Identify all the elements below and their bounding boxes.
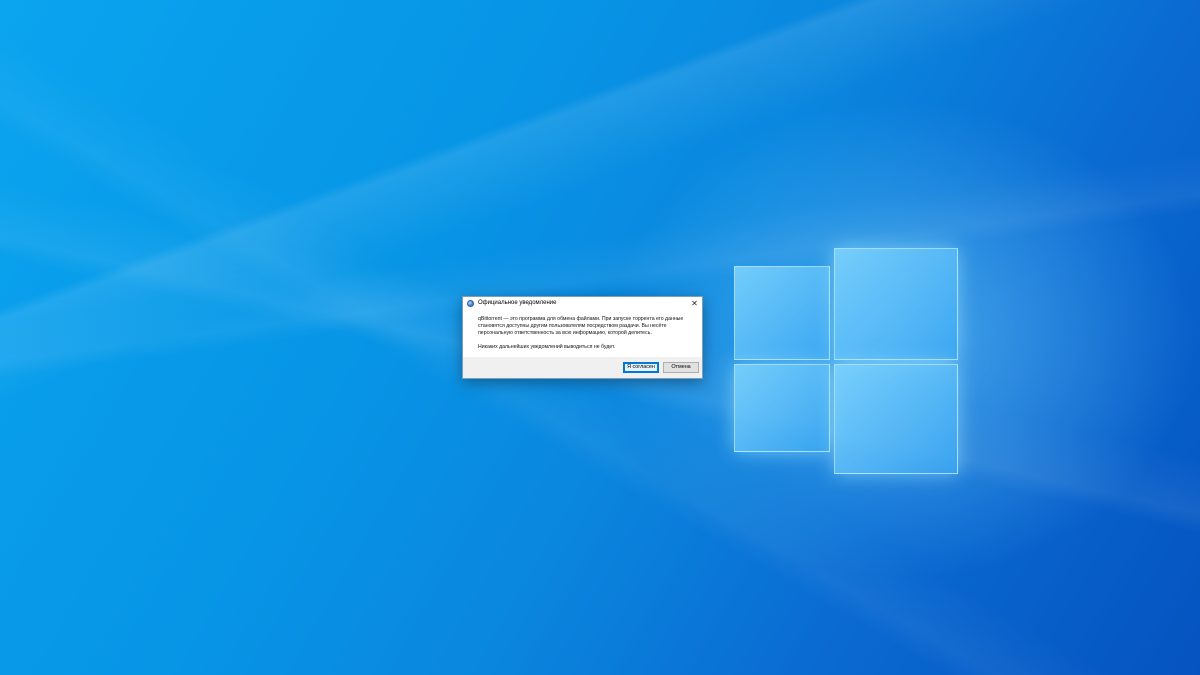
windows-logo-pane (734, 364, 830, 452)
dialog-content: qBittorrent — это программа для обмена ф… (478, 316, 700, 351)
notice-message: qBittorrent — это программа для обмена ф… (478, 316, 684, 336)
qbittorrent-app-icon (467, 300, 474, 307)
no-further-notices-message: Никаких дальнейших уведомлений выводитьс… (478, 344, 616, 350)
cancel-button[interactable]: Отмена (663, 362, 699, 373)
dialog-button-bar: Я согласен Отмена (463, 357, 702, 378)
windows-logo (730, 244, 960, 476)
dialog-title: Официальное уведомление (478, 300, 557, 306)
windows-logo-pane (834, 248, 958, 360)
dialog-titlebar[interactable]: Официальное уведомление ✕ (463, 297, 702, 310)
windows-logo-pane (734, 266, 830, 360)
agree-button[interactable]: Я согласен (623, 362, 659, 373)
close-button[interactable]: ✕ (689, 298, 700, 309)
legal-notice-dialog: Официальное уведомление ✕ qBittorrent — … (462, 296, 703, 379)
windows-logo-pane (834, 364, 958, 474)
